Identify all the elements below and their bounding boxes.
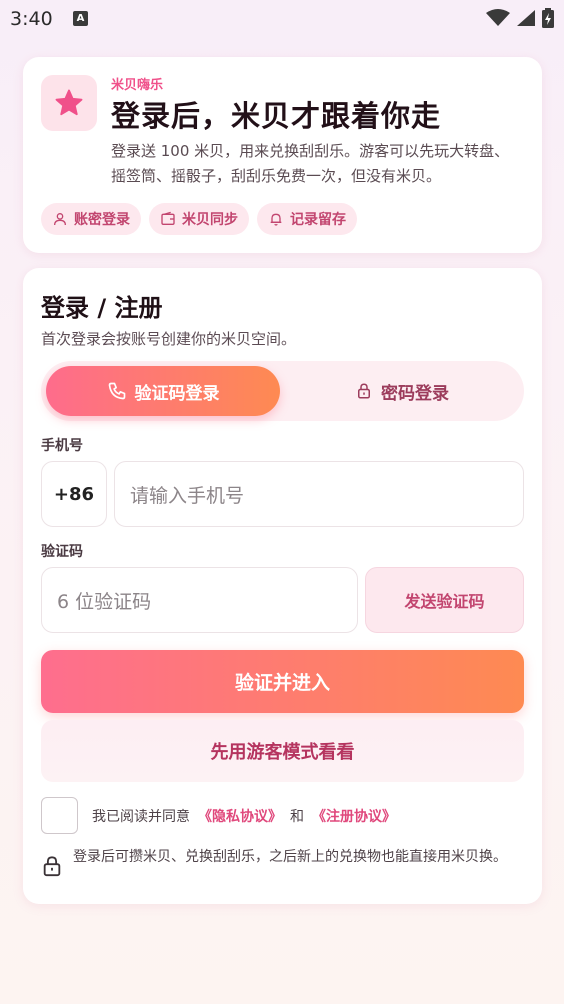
battery-icon	[542, 8, 554, 28]
note-lock	[41, 848, 65, 882]
app-logo	[41, 75, 97, 131]
chip-record-keep: 记录留存	[257, 203, 357, 235]
code-label: 验证码	[41, 544, 83, 560]
intro-card: 米贝嗨乐 登录后，米贝才跟着你走 登录送 100 米贝，用来兑换刮刮乐。游客可以…	[23, 57, 542, 253]
chip-label: 记录留存	[290, 212, 346, 228]
notification-icon: A	[73, 11, 88, 26]
privacy-link[interactable]: 《隐私协议》	[198, 806, 282, 826]
verify-submit-button[interactable]: 验证并进入	[41, 650, 524, 713]
agree-and: 和	[290, 808, 304, 825]
intro-description: 登录送 100 米贝，用来兑换刮刮乐。游客可以先玩大转盘、摇签筒、摇骰子，刮刮乐…	[111, 142, 510, 185]
agree-prefix: 我已阅读并同意	[92, 808, 190, 825]
status-bar: 3:40 A	[0, 0, 564, 40]
app-name-eyebrow: 米贝嗨乐	[111, 78, 164, 93]
tab-sms-login[interactable]: 验证码登录	[46, 366, 280, 416]
chip-label: 米贝同步	[182, 212, 238, 228]
star-icon	[55, 89, 83, 116]
agreement-row: 我已阅读并同意 《隐私协议》 和 《注册协议》	[41, 797, 404, 834]
login-title: 登录 / 注册	[41, 294, 163, 322]
guest-mode-button[interactable]: 先用游客模式看看	[41, 720, 524, 782]
country-code-selector[interactable]: +86	[41, 461, 107, 527]
feature-chips: 账密登录 米贝同步 记录留存	[41, 203, 357, 235]
lock-icon	[43, 856, 61, 877]
intro-title: 登录后，米贝才跟着你走	[111, 99, 442, 133]
login-subtitle: 首次登录会按账号创建你的米贝空间。	[41, 330, 297, 348]
tab-password-login[interactable]: 密码登录	[285, 366, 519, 416]
note-text: 登录后可攒米贝、兑换刮刮乐，之后新上的兑换物也能直接用米贝换。	[73, 849, 507, 865]
login-method-tabs: 验证码登录 密码登录	[41, 361, 524, 421]
chip-label: 账密登录	[74, 212, 130, 228]
code-input[interactable]: 6 位验证码	[41, 567, 358, 633]
bell-icon	[270, 213, 282, 226]
register-link[interactable]: 《注册协议》	[312, 806, 396, 826]
login-note: 登录后可攒米贝、兑换刮刮乐，之后新上的兑换物也能直接用米贝换。	[41, 848, 521, 882]
phone-label: 手机号	[41, 438, 83, 454]
tab-label: 验证码登录	[134, 383, 220, 404]
wifi-icon	[486, 9, 510, 26]
login-card: 登录 / 注册 首次登录会按账号创建你的米贝空间。 验证码登录 密码登录 手机号…	[23, 268, 542, 904]
wallet-icon	[161, 211, 175, 225]
send-code-button[interactable]: 发送验证码	[365, 567, 524, 633]
phone-icon	[108, 382, 125, 400]
chip-account-login: 账密登录	[41, 203, 141, 235]
status-time: 3:40	[10, 8, 53, 30]
phone-input[interactable]: 请输入手机号	[114, 461, 524, 527]
signal-icon	[517, 10, 535, 26]
lock-icon	[358, 383, 370, 399]
agree-checkbox[interactable]	[41, 797, 78, 834]
status-icons	[486, 8, 554, 28]
chip-mibei-sync: 米贝同步	[149, 203, 249, 235]
tab-label: 密码登录	[381, 383, 449, 404]
user-icon	[54, 213, 66, 226]
